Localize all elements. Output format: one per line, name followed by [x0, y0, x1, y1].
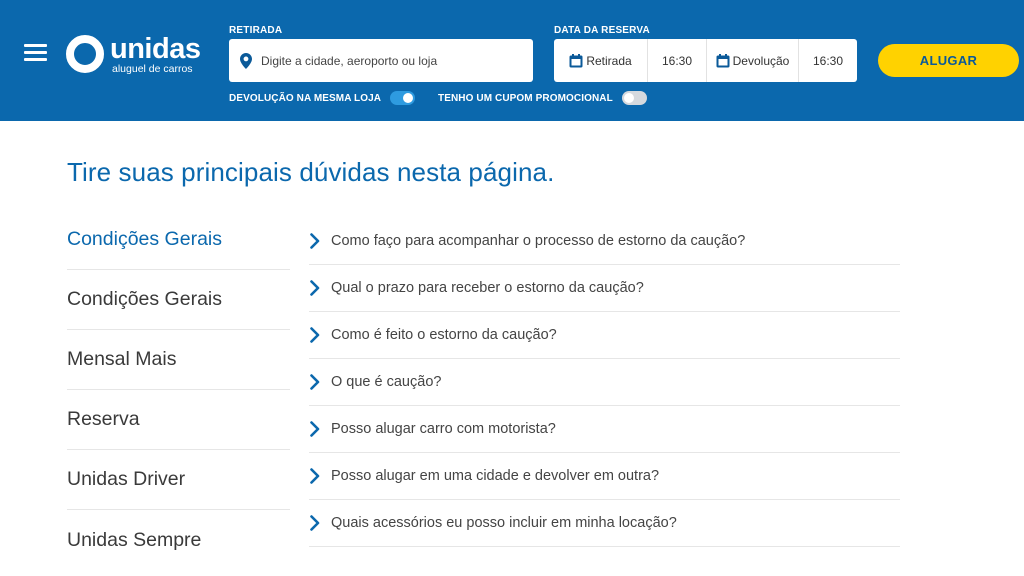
- chevron-right-icon: [310, 232, 324, 250]
- chevron-right-icon: [310, 373, 324, 391]
- faq-item[interactable]: Posso alugar carro com motorista?: [309, 406, 900, 453]
- promo-coupon-toggle-row: TENHO UM CUPOM PROMOCIONAL: [438, 91, 647, 105]
- pickup-time-field[interactable]: 16:30: [648, 39, 707, 82]
- chevron-right-icon: [310, 514, 324, 532]
- faq-question: Posso alugar em uma cidade e devolver em…: [331, 468, 660, 484]
- same-store-return-switch[interactable]: [390, 91, 416, 105]
- reservation-date-label: DATA DA RESERVA: [554, 25, 650, 36]
- sidebar-item-condicoes-gerais[interactable]: Condições Gerais: [67, 210, 290, 270]
- sidebar-item-condicoes-gerais-2[interactable]: Condições Gerais: [67, 270, 290, 330]
- faq-question: Qual o prazo para receber o estorno da c…: [331, 280, 644, 296]
- chevron-right-icon: [310, 420, 324, 438]
- page-title: Tire suas principais dúvidas nesta págin…: [67, 157, 555, 187]
- faq-item[interactable]: Quais acessórios eu posso incluir em min…: [309, 500, 900, 547]
- chevron-right-icon: [310, 467, 324, 485]
- calendar-icon: [716, 53, 730, 67]
- logo-wordmark: unidas: [110, 33, 201, 65]
- faq-question: Como é feito o estorno da caução?: [331, 327, 557, 343]
- pickup-date-text: Retirada: [586, 53, 632, 68]
- sidebar-item-mensal-mais[interactable]: Mensal Mais: [67, 330, 290, 390]
- logo-ring-icon: [66, 35, 104, 73]
- faq-item[interactable]: Qual o prazo para receber o estorno da c…: [309, 265, 900, 312]
- faq-item[interactable]: Como é feito o estorno da caução?: [309, 312, 900, 359]
- chevron-right-icon: [310, 326, 324, 344]
- rent-button[interactable]: ALUGAR: [878, 44, 1019, 77]
- faq-question: Quais acessórios eu posso incluir em min…: [331, 515, 677, 531]
- promo-coupon-switch[interactable]: [621, 91, 647, 105]
- hamburger-menu-icon[interactable]: [24, 44, 47, 62]
- reservation-date-picker: Retirada 16:30 Devolução 16:30: [554, 39, 857, 82]
- pickup-location-field[interactable]: [229, 39, 533, 82]
- calendar-icon: [569, 53, 583, 67]
- promo-coupon-label: TENHO UM CUPOM PROMOCIONAL: [438, 92, 613, 104]
- chevron-right-icon: [310, 279, 324, 297]
- same-store-return-toggle-row: DEVOLUÇÃO NA MESMA LOJA: [229, 91, 416, 105]
- faq-question: O que é caução?: [331, 374, 442, 390]
- faq-item[interactable]: Posso alugar em uma cidade e devolver em…: [309, 453, 900, 500]
- location-pin-icon: [239, 52, 253, 70]
- faq-category-sidebar: Condições Gerais Condições Gerais Mensal…: [67, 210, 290, 570]
- faq-question: Posso alugar carro com motorista?: [331, 421, 556, 437]
- same-store-return-label: DEVOLUÇÃO NA MESMA LOJA: [229, 92, 382, 104]
- pickup-location-label: RETIRADA: [229, 25, 283, 36]
- sidebar-item-unidas-driver[interactable]: Unidas Driver: [67, 450, 290, 510]
- return-date-text: Devolução: [732, 53, 790, 68]
- top-header: unidas aluguel de carros RETIRADA DATA D…: [0, 0, 1024, 121]
- sidebar-item-unidas-sempre[interactable]: Unidas Sempre: [67, 510, 290, 570]
- faq-item[interactable]: Como faço para acompanhar o processo de …: [309, 218, 900, 265]
- logo-tagline: aluguel de carros: [112, 63, 193, 75]
- sidebar-item-reserva[interactable]: Reserva: [67, 390, 290, 450]
- unidas-logo[interactable]: unidas aluguel de carros: [66, 33, 206, 77]
- return-time-field[interactable]: 16:30: [799, 39, 857, 82]
- faq-item[interactable]: O que é caução?: [309, 359, 900, 406]
- faq-question: Como faço para acompanhar o processo de …: [331, 233, 746, 249]
- faq-list: Como faço para acompanhar o processo de …: [309, 218, 900, 547]
- return-date-field[interactable]: Devolução: [707, 39, 799, 82]
- pickup-date-field[interactable]: Retirada: [554, 39, 648, 82]
- pickup-location-input[interactable]: [261, 53, 521, 68]
